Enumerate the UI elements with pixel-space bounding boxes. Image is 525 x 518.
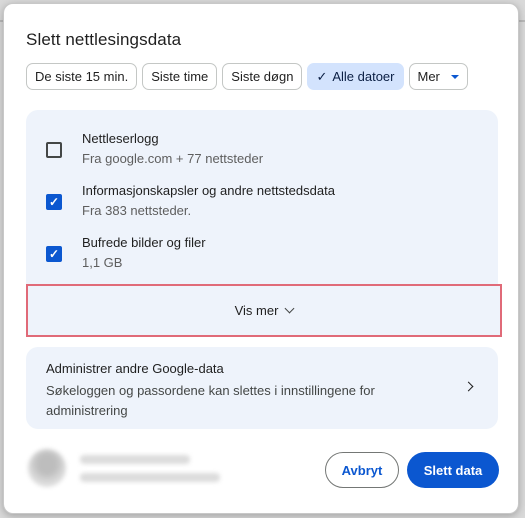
item-title: Informasjonskapsler og andre nettstedsda… (82, 183, 335, 198)
delete-data-button[interactable]: Slett data (407, 452, 499, 488)
chip-last-day[interactable]: Siste døgn (222, 63, 303, 90)
caret-down-icon (450, 74, 459, 79)
chevron-right-icon (463, 381, 474, 392)
dialog-title: Slett nettlesingsdata (26, 30, 182, 49)
cancel-button[interactable]: Avbryt (325, 452, 399, 488)
item-subtitle: 1,1 GB (82, 255, 123, 270)
item-browsing-history[interactable]: Nettleserlogg Fra google.com + 77 nettst… (26, 131, 498, 179)
item-cached-images[interactable]: ✓ Bufrede bilder og filer 1,1 GB (26, 235, 498, 283)
cache-checkbox[interactable]: ✓ (46, 246, 62, 262)
item-cookies[interactable]: ✓ Informasjonskapsler og andre nettsteds… (26, 183, 498, 231)
avatar (28, 449, 66, 487)
chevron-down-icon (284, 303, 295, 314)
show-more-label: Vis mer (234, 303, 279, 318)
browsing-history-checkbox[interactable] (46, 142, 62, 158)
chip-last-hour[interactable]: Siste time (142, 63, 218, 90)
chip-all-time[interactable]: ✓ Alle datoer (307, 63, 404, 90)
chip-label: Siste time (151, 69, 209, 84)
item-subtitle: Fra 383 nettsteder. (82, 203, 192, 218)
chip-more-dropdown[interactable]: Mer (408, 63, 468, 90)
blurred-email (80, 473, 220, 482)
chip-label: Alle datoer (332, 69, 395, 84)
chip-label: Mer (417, 69, 440, 84)
manage-google-data-link[interactable]: Administrer andre Google-data Søkeloggen… (26, 347, 498, 429)
manage-description: Søkeloggen og passordene kan slettes i i… (46, 383, 375, 418)
chip-label: De siste 15 min. (35, 69, 129, 84)
blurred-name (80, 455, 190, 464)
check-icon: ✓ (316, 68, 328, 84)
manage-title: Administrer andre Google-data (46, 361, 224, 376)
clear-browsing-data-dialog: Slett nettlesingsdata De siste 15 min. S… (3, 3, 519, 514)
item-subtitle: Fra google.com + 77 nettsteder (82, 151, 264, 166)
account-info (24, 445, 224, 491)
item-title: Nettleserlogg (82, 131, 159, 146)
item-title: Bufrede bilder og filer (82, 235, 206, 250)
chip-label: Siste døgn (231, 69, 294, 84)
chip-last-15-min[interactable]: De siste 15 min. (26, 63, 138, 90)
show-more-button[interactable]: Vis mer (26, 284, 502, 337)
cookies-checkbox[interactable]: ✓ (46, 194, 62, 210)
time-range-chips: De siste 15 min. Siste time Siste døgn ✓… (26, 63, 468, 90)
